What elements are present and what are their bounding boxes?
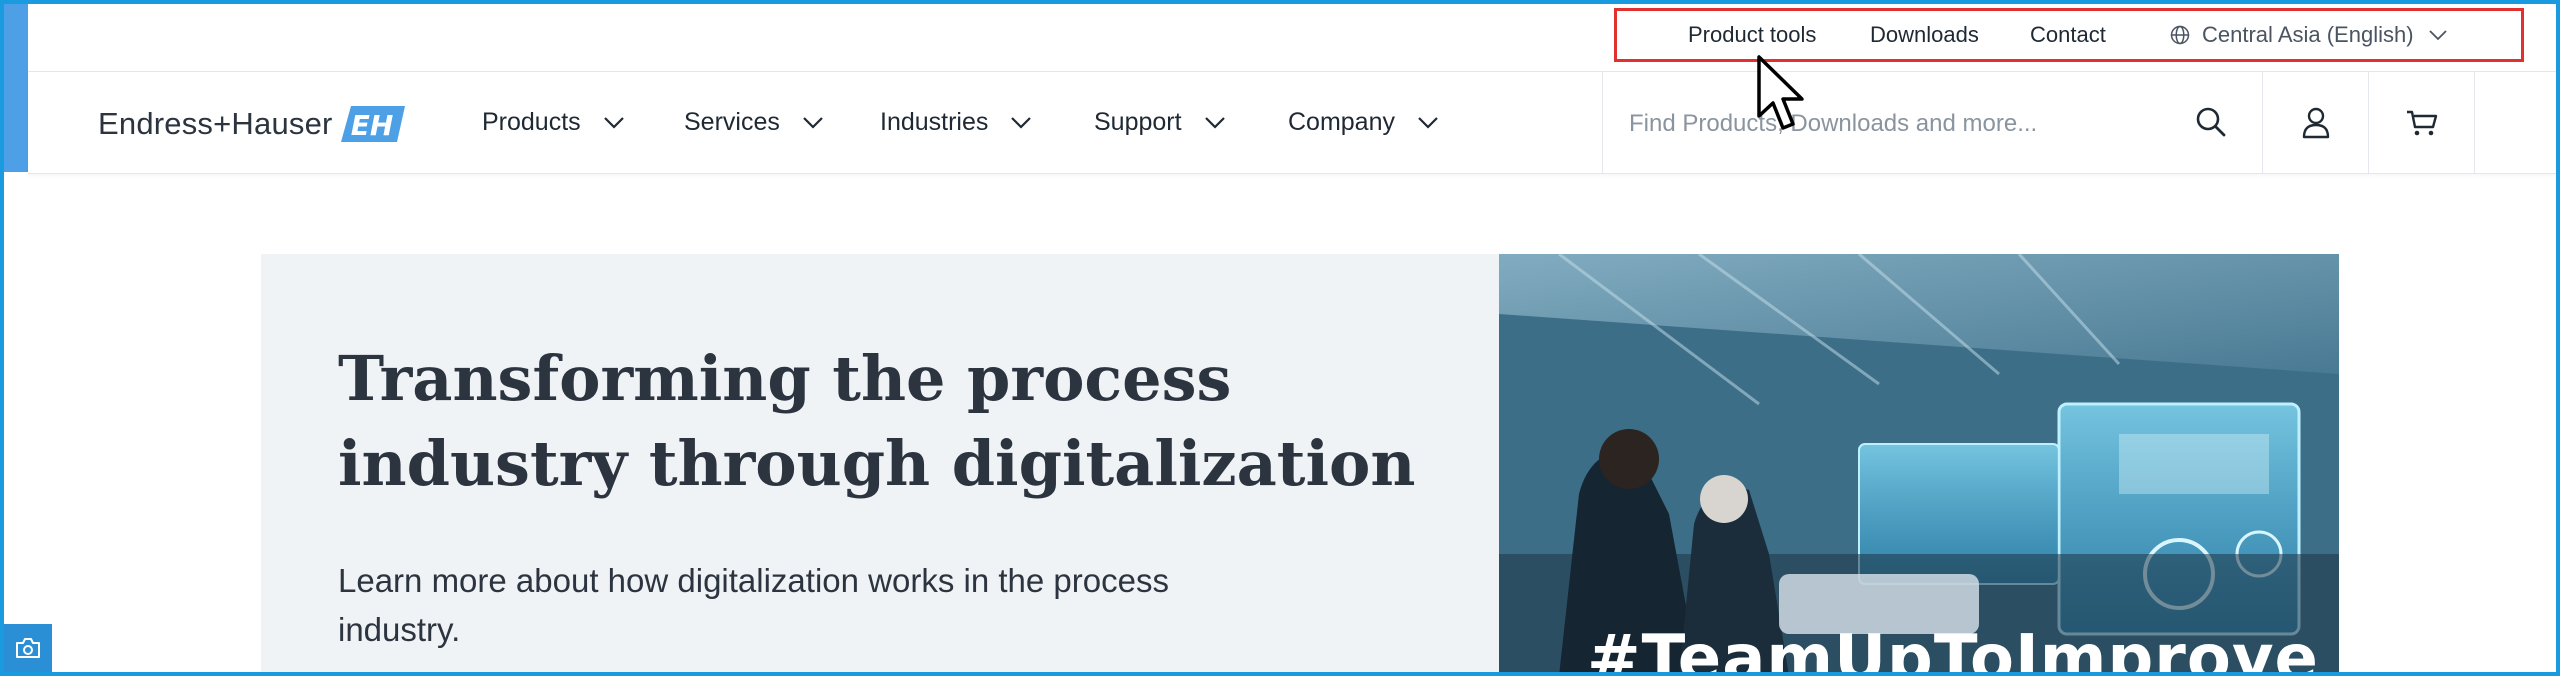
nav-label-industries: Industries: [880, 108, 989, 136]
nav-item-products[interactable]: Products: [482, 108, 625, 137]
hero-subtitle: Learn more about how digitalization work…: [338, 562, 1169, 648]
hero-image[interactable]: #TeamUpToImprove: [1499, 254, 2339, 676]
brand-mark: EH: [350, 109, 393, 142]
brand-name: Endress+Hauser: [98, 106, 333, 141]
chevron-down-icon: [803, 117, 823, 129]
nav-item-industries[interactable]: Industries: [880, 108, 1032, 137]
chevron-down-icon: [1011, 117, 1032, 129]
chevron-down-icon: [1418, 117, 1438, 129]
region-label: Central Asia (English): [2202, 22, 2414, 47]
nav-item-company[interactable]: Company: [1288, 108, 1439, 137]
chevron-down-icon: [603, 117, 624, 129]
header-end-cell: [2474, 72, 2556, 174]
camera-icon: [16, 638, 40, 658]
chevron-down-icon: [2428, 30, 2447, 41]
screenshot-button[interactable]: [4, 624, 52, 672]
hero-illustration: [1499, 254, 2339, 676]
utility-link-product-tools[interactable]: Product tools: [1688, 22, 1816, 48]
cart-button[interactable]: [2368, 72, 2474, 174]
cart-icon: [2406, 110, 2437, 136]
hero-title: Transforming the process industry throug…: [338, 342, 1416, 500]
mouse-cursor-icon: [1757, 55, 1804, 130]
chevron-down-icon: [1204, 117, 1225, 129]
nav-label-support: Support: [1094, 108, 1182, 136]
nav-item-support[interactable]: Support: [1094, 108, 1226, 137]
account-button[interactable]: [2262, 72, 2368, 174]
utility-link-downloads[interactable]: Downloads: [1870, 22, 1979, 48]
hero-image-caption: #TeamUpToImprove: [1587, 622, 2319, 676]
brand-logo[interactable]: Endress+Hauser EH: [98, 106, 405, 142]
eh-logo-icon: EH: [340, 106, 405, 142]
nav-label-company: Company: [1288, 108, 1395, 136]
search-input[interactable]: [1629, 104, 2129, 144]
side-accent-strip: [4, 4, 28, 172]
user-icon: [2302, 107, 2329, 139]
search-area: [1602, 72, 2262, 174]
search-icon[interactable]: [2195, 106, 2227, 138]
nav-label-services: Services: [684, 108, 780, 136]
globe-icon: [2170, 25, 2190, 45]
region-selector[interactable]: Central Asia (English): [2170, 22, 2460, 48]
nav-item-services[interactable]: Services: [684, 108, 824, 137]
utility-link-contact[interactable]: Contact: [2030, 22, 2106, 48]
nav-label-products: Products: [482, 108, 581, 136]
